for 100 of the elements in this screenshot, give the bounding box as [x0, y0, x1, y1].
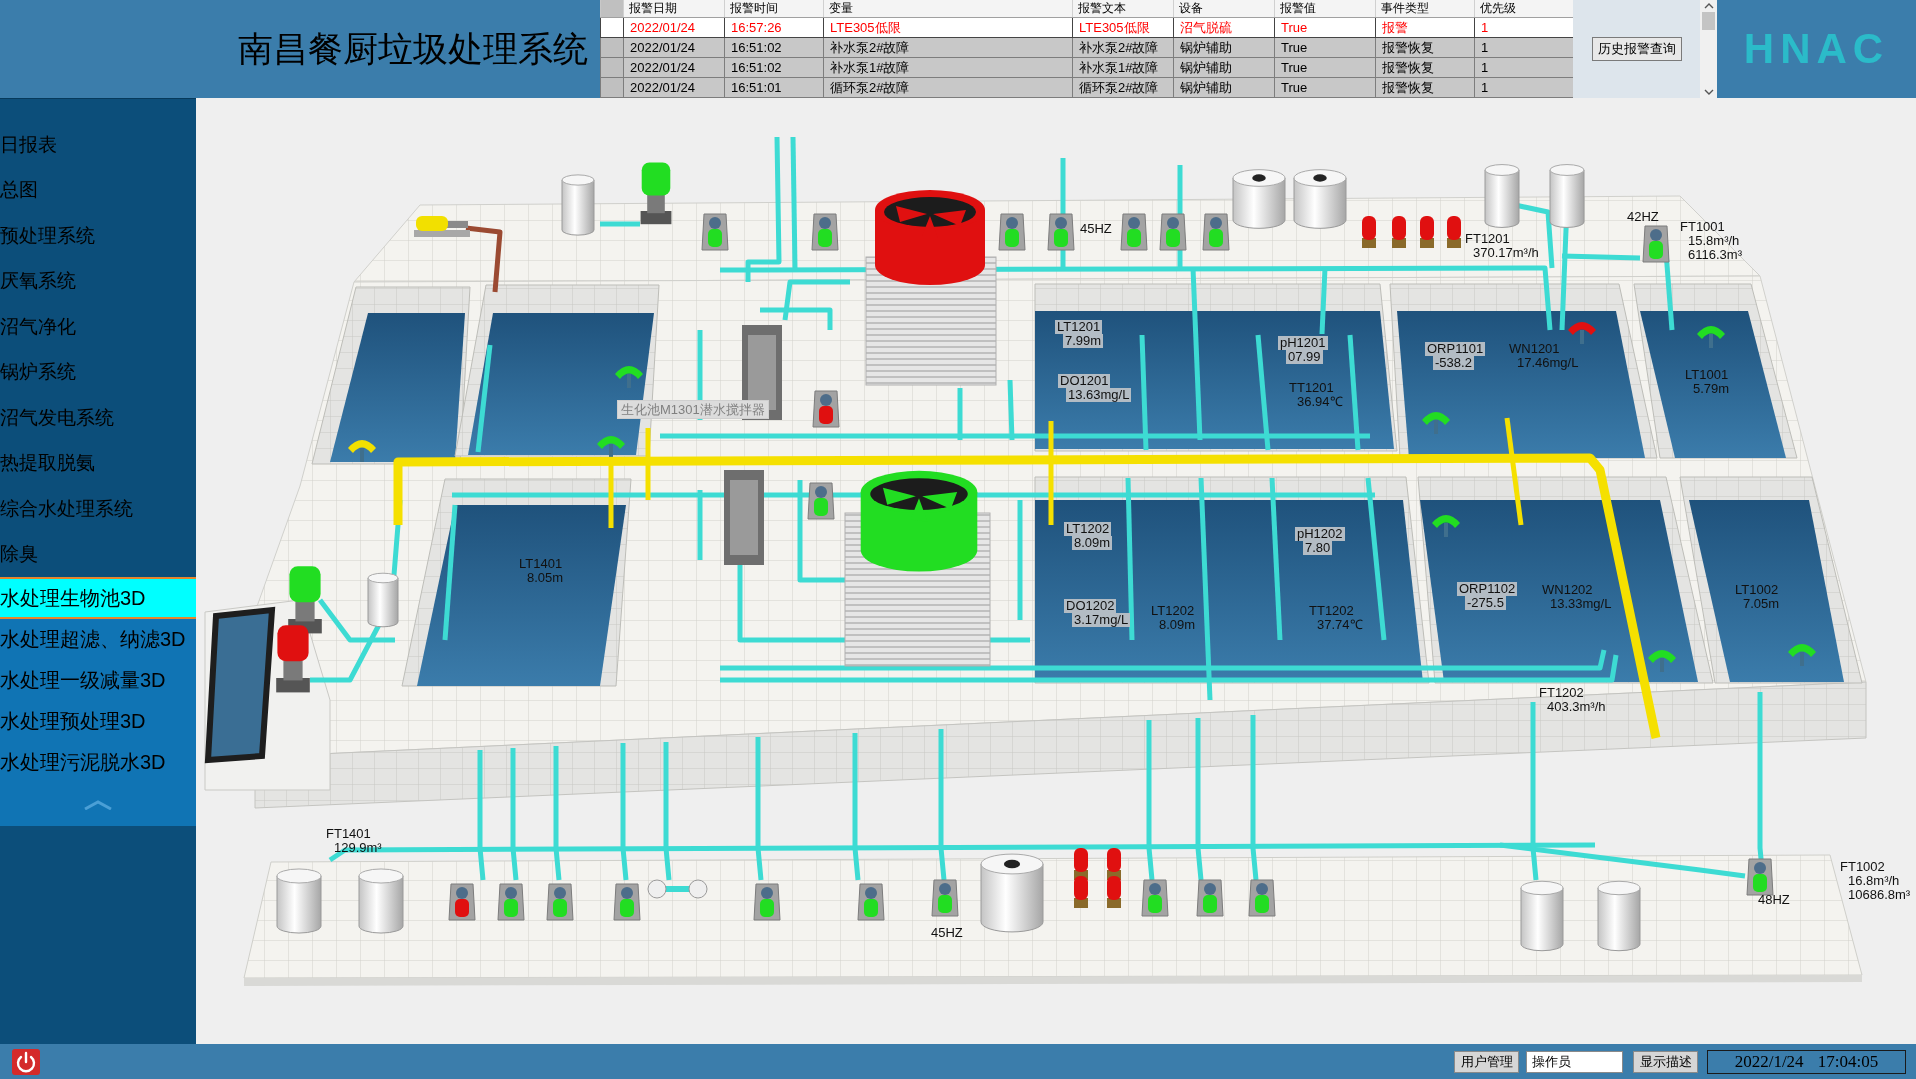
alarm-row[interactable]: 2022/01/24 16:57:26 LTE305低限 LTE305低限 沼气脱硫 True 报警 1: [600, 17, 1573, 38]
tag-label: WN1202: [1541, 583, 1594, 597]
pump[interactable]: [998, 213, 1026, 251]
pump[interactable]: [811, 213, 839, 251]
pump[interactable]: [857, 883, 885, 921]
alarm-row[interactable]: 2022/01/24 16:51:02 补水泵1#故障 补水泵1#故障 锅炉辅助 True 报警恢复 1: [600, 57, 1573, 78]
storage-tank: [1484, 164, 1520, 228]
pump[interactable]: [1196, 879, 1224, 917]
nav-item[interactable]: 厌氧系统: [0, 258, 196, 304]
operator-field[interactable]: 操作员: [1526, 1050, 1623, 1073]
pump[interactable]: [1159, 213, 1187, 251]
dosing-pump[interactable]: [1074, 848, 1088, 880]
user-management-button[interactable]: 用户管理: [1454, 1050, 1519, 1073]
reading-value: 7.99m: [1063, 334, 1104, 348]
pump[interactable]: [1141, 879, 1169, 917]
nav-item[interactable]: 水处理预处理3D: [0, 701, 196, 742]
table-cell: True: [1274, 57, 1376, 78]
mixer[interactable]: [597, 436, 625, 458]
table-cell: 报警: [1375, 17, 1475, 38]
table-cell: 2022/01/24: [623, 77, 725, 98]
column-header: 报警值: [1274, 0, 1376, 18]
vertical-pump[interactable]: [276, 625, 310, 693]
pump[interactable]: [546, 883, 574, 921]
pump[interactable]: [1642, 225, 1670, 263]
pump[interactable]: [753, 883, 781, 921]
storage-tank: [1293, 169, 1347, 229]
nav-item[interactable]: 水处理超滤、纳滤3D: [0, 619, 196, 660]
fan[interactable]: [875, 190, 985, 285]
tag-label: FT1201: [1464, 232, 1511, 246]
nav-item[interactable]: 综合水处理系统: [0, 486, 196, 532]
reading-value: -538.2: [1433, 356, 1474, 370]
pump[interactable]: [701, 213, 729, 251]
mixer[interactable]: [1422, 412, 1450, 434]
nav-item[interactable]: 水处理生物池3D: [0, 577, 196, 619]
history-alarm-button[interactable]: 历史报警查询: [1591, 37, 1682, 61]
show-description-button[interactable]: 显示描述: [1633, 1050, 1698, 1073]
nav-item[interactable]: 锅炉系统: [0, 349, 196, 395]
nav-item[interactable]: 沼气发电系统: [0, 395, 196, 441]
tag-label: LT1202: [1064, 522, 1112, 536]
tag-label: 45HZ: [1079, 222, 1113, 236]
table-cell: True: [1274, 17, 1376, 38]
reading-value: 36.94℃: [1296, 395, 1344, 409]
power-icon[interactable]: [12, 1048, 40, 1075]
pump[interactable]: [812, 390, 840, 428]
caret-up-icon[interactable]: [1703, 3, 1714, 9]
reading-value: 403.3m³/h: [1546, 700, 1607, 714]
pump[interactable]: [1202, 213, 1230, 251]
nav-item[interactable]: 水处理污泥脱水3D: [0, 742, 196, 783]
vertical-pump[interactable]: [288, 566, 322, 634]
pump[interactable]: [1120, 213, 1148, 251]
scrollbar[interactable]: [1700, 0, 1717, 98]
tag-label: pH1201: [1278, 336, 1328, 350]
table-cell: 补水泵1#故障: [823, 57, 1073, 78]
pump[interactable]: [497, 883, 525, 921]
nav-item[interactable]: 水处理一级减量3D: [0, 660, 196, 701]
alarm-row[interactable]: 2022/01/24 16:51:01 循环泵2#故障 循环泵2#故障 锅炉辅助 True 报警恢复 1: [600, 77, 1573, 98]
row-header: [600, 57, 624, 78]
dosing-pump[interactable]: [1392, 216, 1406, 248]
pump[interactable]: [1047, 213, 1075, 251]
mixer[interactable]: [1432, 515, 1460, 537]
column-header: 事件类型: [1375, 0, 1475, 18]
row-header: [600, 17, 624, 38]
reading-value: 13.63mg/L: [1066, 388, 1132, 402]
mixer[interactable]: [1697, 326, 1725, 348]
mixer[interactable]: [348, 440, 376, 462]
app-title: 南昌餐厨垃圾处理系统: [238, 29, 588, 69]
mixer[interactable]: [615, 366, 643, 388]
reading-value: 37.74℃: [1316, 618, 1364, 632]
nav-item[interactable]: 日报表: [0, 122, 196, 168]
pump[interactable]: [448, 883, 476, 921]
nav-item[interactable]: 除臭: [0, 531, 196, 577]
dosing-pump[interactable]: [1362, 216, 1376, 248]
table-cell: 补水泵2#故障: [1072, 37, 1174, 58]
nav-item[interactable]: 沼气净化: [0, 304, 196, 350]
caret-down-icon[interactable]: [1703, 89, 1714, 95]
nav-item[interactable]: 热提取脱氨: [0, 440, 196, 486]
table-cell: 补水泵1#故障: [1072, 57, 1174, 78]
fan[interactable]: [860, 470, 978, 572]
mixer[interactable]: [1788, 644, 1816, 666]
table-cell: True: [1274, 77, 1376, 98]
pump[interactable]: [1746, 858, 1774, 896]
column-header: 优先级: [1474, 0, 1573, 18]
storage-tank: [367, 572, 399, 628]
screw-pump[interactable]: [414, 216, 470, 237]
nav-item[interactable]: 预处理系统: [0, 213, 196, 259]
pump[interactable]: [613, 883, 641, 921]
nav-item[interactable]: 总图: [0, 167, 196, 213]
column-header: 设备: [1173, 0, 1275, 18]
dosing-pump[interactable]: [1447, 216, 1461, 248]
mixer[interactable]: [1648, 650, 1676, 672]
pump[interactable]: [807, 482, 835, 520]
dosing-pump[interactable]: [1420, 216, 1434, 248]
alarm-row[interactable]: 2022/01/24 16:51:02 补水泵2#故障 补水泵2#故障 锅炉辅助 True 报警恢复 1: [600, 37, 1573, 58]
pump[interactable]: [931, 879, 959, 917]
row-header: [600, 0, 624, 18]
dosing-pump[interactable]: [1107, 848, 1121, 880]
tag-label: DO1201: [1058, 374, 1111, 388]
scroll-thumb[interactable]: [1702, 12, 1715, 30]
vertical-pump[interactable]: [640, 162, 672, 225]
pump[interactable]: [1248, 879, 1276, 917]
